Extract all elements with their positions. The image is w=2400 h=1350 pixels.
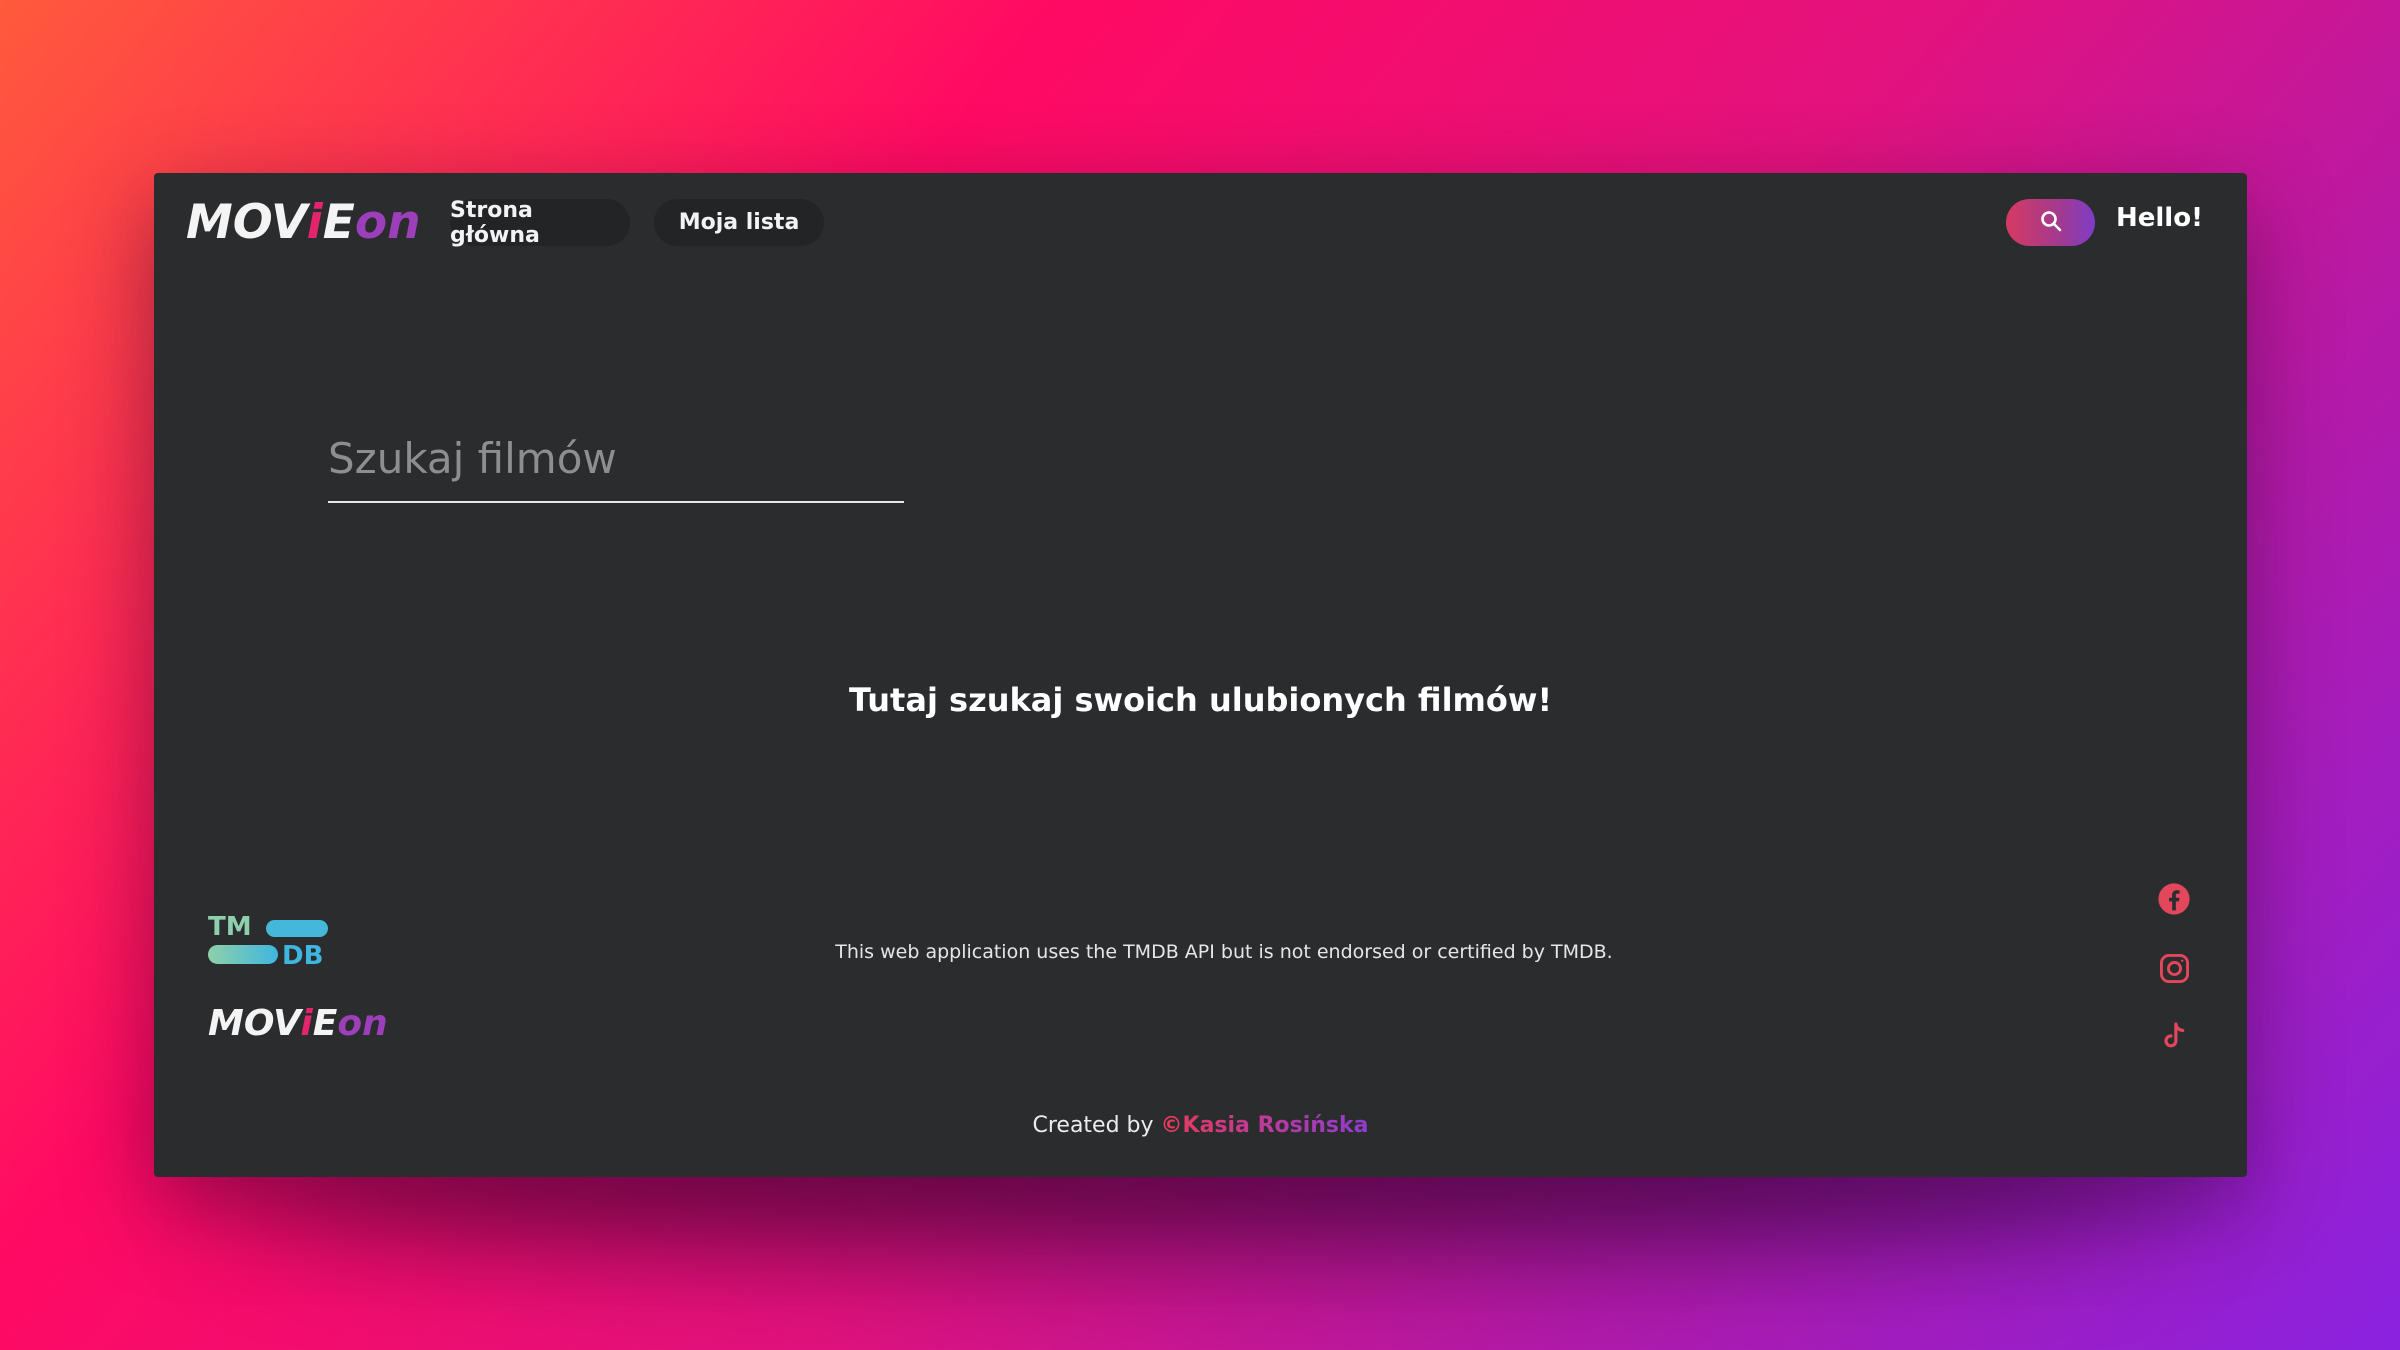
instagram-link[interactable] [2156,952,2192,988]
search-tagline: Tutaj szukaj swoich ulubionych filmów! [848,681,1553,719]
credits: Created by ©Kasia Rosińska [154,1113,2247,1138]
facebook-link[interactable] [2156,883,2192,919]
tiktok-link[interactable] [2156,1020,2192,1056]
search-icon [2039,209,2063,237]
nav-mylist-button[interactable]: Moja lista [654,199,824,246]
logo-part-on: on [354,195,421,250]
author-link[interactable]: ©Kasia Rosińska [1161,1113,1369,1138]
greeting-text: Hello! [2116,203,2203,233]
facebook-icon [2157,882,2191,920]
tmdb-disclaimer: This web application uses the TMDB API b… [835,941,1613,963]
header-logo[interactable]: MOViEon [186,195,421,250]
search-field-wrapper [328,423,904,503]
credits-prefix: Created by [1032,1113,1161,1138]
tiktok-icon [2158,1020,2191,1057]
logo-part-on: on [337,1003,388,1044]
logo-part-i: i [300,1003,313,1044]
footer-logo[interactable]: MOViEon [208,1003,388,1044]
logo-part-i: i [306,195,323,250]
logo-part-mov: MOV [208,1003,301,1044]
nav-mylist-label: Moja lista [678,210,800,235]
tmdb-logo-letters-top: TM [208,913,252,942]
movie-search-input[interactable] [328,423,904,503]
nav-home-label: Strona główna [450,197,540,248]
nav-home-button[interactable]: Strona główna [450,197,630,248]
logo-part-e: E [322,195,355,250]
search-button[interactable] [2006,199,2095,246]
header: MOViEon Strona główna Moja lista Hello! [154,173,2247,273]
instagram-icon [2158,952,2191,989]
logo-part-mov: MOV [186,195,307,250]
logo-part-e: E [312,1003,338,1044]
app-window: MOViEon Strona główna Moja lista Hello! … [154,173,2247,1177]
